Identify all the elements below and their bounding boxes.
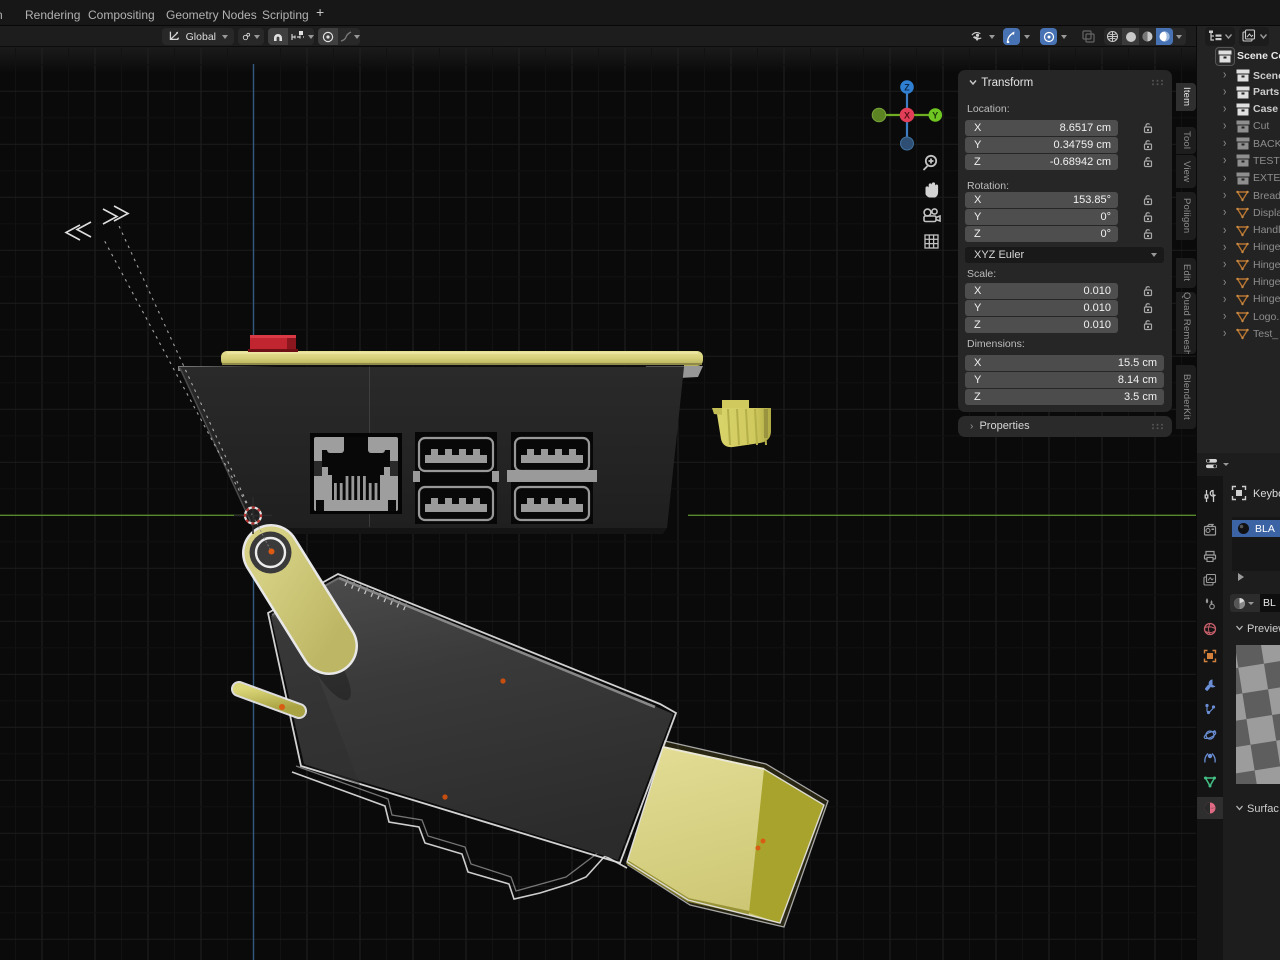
svg-text:Y: Y	[932, 111, 938, 121]
svg-text:X: X	[904, 111, 910, 121]
svg-text:Z: Z	[904, 83, 910, 93]
